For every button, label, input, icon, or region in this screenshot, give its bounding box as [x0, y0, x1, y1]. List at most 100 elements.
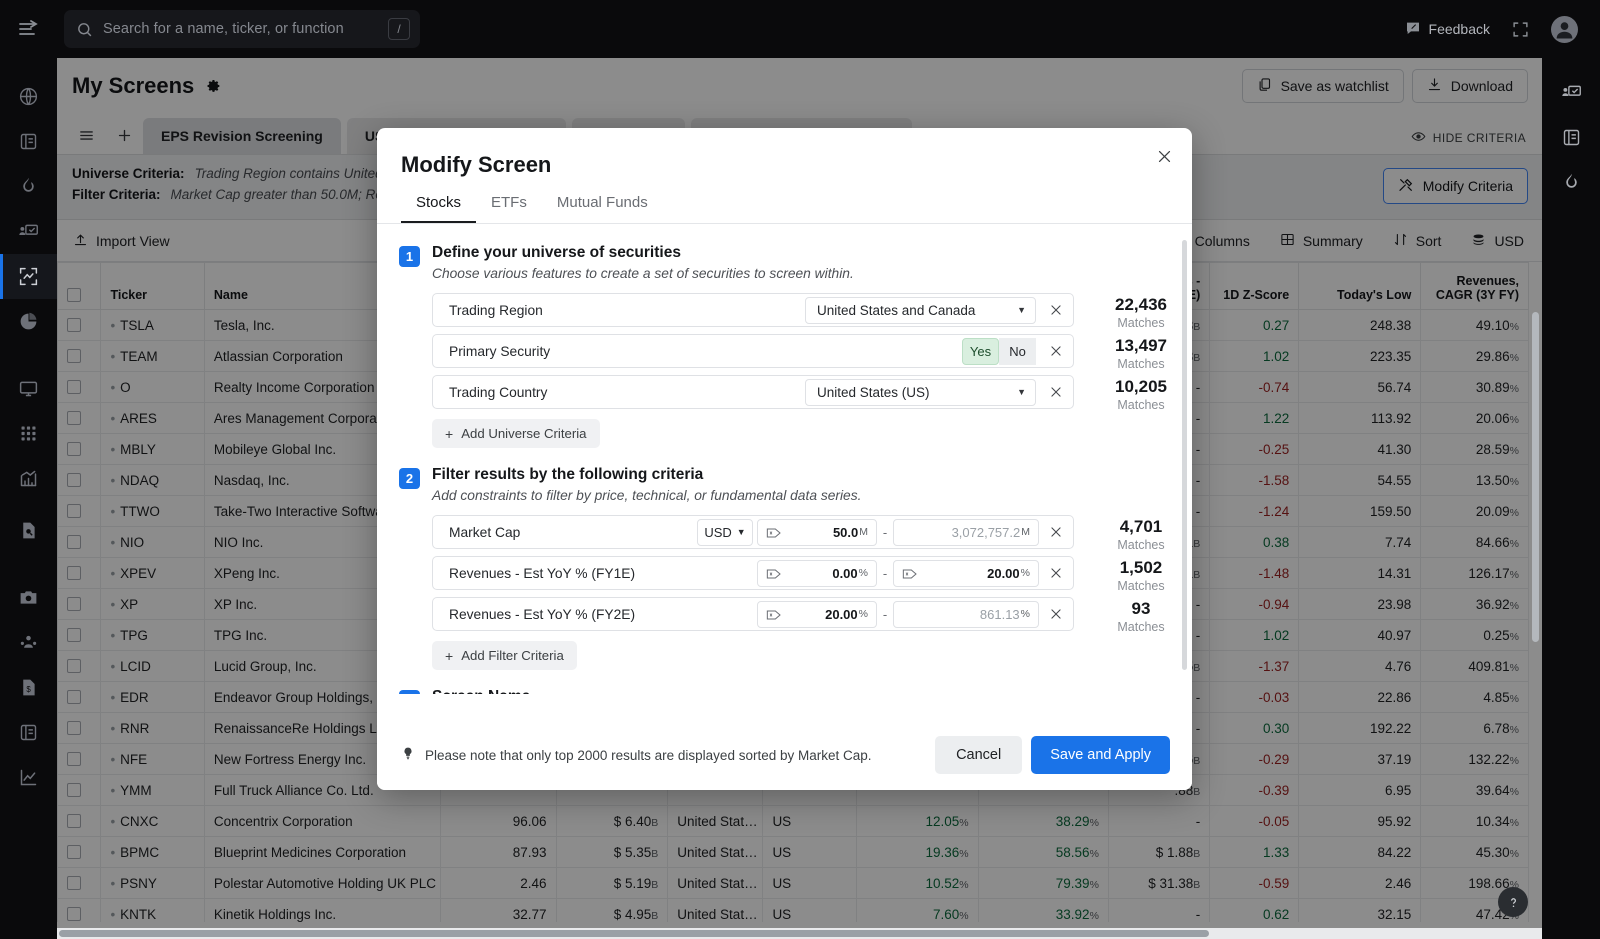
row-select-cell[interactable] — [57, 898, 102, 922]
sidebar-item-flame[interactable] — [0, 164, 57, 209]
primary-security-no[interactable]: No — [999, 337, 1036, 365]
row-select-cell[interactable] — [57, 526, 102, 558]
table-vertical-scrollbar[interactable] — [1532, 312, 1539, 642]
sidebar-item-camera[interactable] — [0, 575, 57, 620]
sidebar-item-chart-bars[interactable] — [0, 456, 57, 501]
row-checkbox[interactable] — [67, 597, 81, 611]
primary-security-yes[interactable]: Yes — [962, 337, 999, 365]
column-1d-zscore[interactable]: 1D Z-Score — [1209, 262, 1300, 310]
row-checkbox[interactable] — [67, 318, 81, 332]
close-icon[interactable] — [1150, 142, 1178, 170]
row-checkbox[interactable] — [67, 628, 81, 642]
sidebar-item-monitor[interactable] — [0, 366, 57, 411]
row-checkbox[interactable] — [67, 535, 81, 549]
hide-criteria-button[interactable]: HIDE CRITERIA — [1411, 129, 1526, 147]
row-checkbox[interactable] — [67, 721, 81, 735]
primary-security-toggle[interactable]: Yes No — [962, 337, 1036, 365]
revenues-fy2e-max-input[interactable]: 861.13 % — [893, 600, 1039, 628]
row-checkbox[interactable] — [67, 690, 81, 704]
row-select-cell[interactable] — [57, 650, 102, 682]
trading-region-dropdown[interactable]: United States and Canada ▼ — [805, 296, 1036, 324]
market-cap-max-input[interactable]: 3,072,757.2 M — [893, 518, 1039, 546]
sort-button[interactable]: Sort — [1393, 232, 1441, 250]
select-all-checkbox[interactable] — [67, 288, 81, 302]
search-input[interactable]: Search for a name, ticker, or function / — [64, 10, 420, 48]
sidebar-item-globe[interactable] — [0, 74, 57, 119]
sidebar-item-screener[interactable] — [0, 254, 57, 299]
right-sidebar-item-presentation[interactable] — [1542, 70, 1600, 115]
sidebar-item-news-book[interactable] — [0, 119, 57, 164]
row-checkbox[interactable] — [67, 473, 81, 487]
tab-eps-revision-screening[interactable]: EPS Revision Screening — [143, 118, 341, 154]
sidebar-item-presentation[interactable] — [0, 209, 57, 254]
save-and-apply-button[interactable]: Save and Apply — [1031, 736, 1170, 774]
row-checkbox[interactable] — [67, 442, 81, 456]
row-select-cell[interactable] — [57, 371, 102, 403]
help-fab-button[interactable] — [1498, 887, 1528, 917]
modify-criteria-button[interactable]: Modify Criteria — [1382, 168, 1528, 204]
row-select-cell[interactable] — [57, 867, 102, 899]
row-checkbox[interactable] — [67, 845, 81, 859]
row-checkbox[interactable] — [67, 814, 81, 828]
table-row[interactable]: • KNTK Kinetik Holdings Inc. 32.77 $ 4.95B Un… — [57, 898, 1529, 922]
tab-mutual-funds[interactable]: Mutual Funds — [542, 194, 663, 223]
column-todays-low[interactable]: Today's Low — [1298, 262, 1422, 310]
download-button[interactable]: Download — [1411, 69, 1528, 103]
right-sidebar-item-news[interactable] — [1542, 115, 1600, 160]
market-cap-min-input[interactable]: 50.0 M — [757, 518, 877, 546]
feedback-button[interactable]: Feedback — [1405, 20, 1490, 39]
row-select-cell[interactable] — [57, 712, 102, 744]
fullscreen-icon[interactable] — [1512, 21, 1529, 38]
tab-etfs[interactable]: ETFs — [476, 194, 542, 223]
save-as-watchlist-button[interactable]: Save as watchlist — [1241, 69, 1404, 103]
trading-country-dropdown[interactable]: United States (US) ▼ — [805, 378, 1036, 406]
list-menu-icon[interactable] — [67, 116, 105, 154]
row-checkbox[interactable] — [67, 783, 81, 797]
row-select-cell[interactable] — [57, 557, 102, 589]
table-horizontal-scrollbar[interactable] — [57, 928, 1542, 939]
remove-market-cap-button[interactable] — [1039, 525, 1073, 539]
gear-icon[interactable] — [206, 78, 222, 94]
sidebar-item-document-search[interactable] — [0, 508, 57, 553]
currency-button[interactable]: USD — [1471, 232, 1524, 250]
row-select-cell[interactable] — [57, 805, 102, 837]
cancel-button[interactable]: Cancel — [935, 736, 1023, 774]
table-row[interactable]: • BPMC Blueprint Medicines Corporation 87.9… — [57, 836, 1529, 868]
revenues-fy1e-max-input[interactable]: 20.00 % — [893, 559, 1039, 587]
row-select-cell[interactable] — [57, 743, 102, 775]
sidebar-item-pie-chart[interactable] — [0, 299, 57, 344]
sidebar-item-people[interactable] — [0, 620, 57, 665]
remove-trading-country-button[interactable] — [1039, 385, 1073, 399]
sidebar-item-line-chart[interactable] — [0, 755, 57, 800]
remove-trading-region-button[interactable] — [1039, 303, 1073, 317]
sidebar-item-document-dollar[interactable]: $ — [0, 665, 57, 710]
row-select-cell[interactable] — [57, 836, 102, 868]
remove-primary-security-button[interactable] — [1039, 344, 1073, 358]
column-ticker[interactable]: Ticker — [100, 262, 205, 310]
row-select-cell[interactable] — [57, 433, 102, 465]
row-select-cell[interactable] — [57, 495, 102, 527]
add-universe-criteria-button[interactable]: + Add Universe Criteria — [432, 419, 600, 448]
table-row[interactable]: • PSNY Polestar Automotive Holding UK PLC 2… — [57, 867, 1529, 899]
plus-icon[interactable] — [105, 116, 143, 154]
row-checkbox[interactable] — [67, 380, 81, 394]
revenues-fy1e-min-input[interactable]: 0.00 % — [757, 559, 877, 587]
row-checkbox[interactable] — [67, 659, 81, 673]
market-cap-currency-dropdown[interactable]: USD ▼ — [697, 518, 753, 546]
sidebar-item-grid-apps[interactable] — [0, 411, 57, 456]
avatar[interactable] — [1551, 15, 1578, 43]
sidebar-item-news[interactable] — [0, 710, 57, 755]
tab-stocks[interactable]: Stocks — [401, 194, 477, 223]
revenues-fy2e-min-input[interactable]: 20.00 % — [757, 600, 877, 628]
remove-revenues-fy2e-button[interactable] — [1039, 607, 1073, 621]
row-checkbox[interactable] — [67, 752, 81, 766]
row-select-cell[interactable] — [57, 309, 102, 341]
column-revenues-cagr[interactable]: Revenues, CAGR (3Y FY) — [1420, 262, 1529, 310]
row-select-cell[interactable] — [57, 774, 102, 806]
row-select-cell[interactable] — [57, 681, 102, 713]
remove-revenues-fy1e-button[interactable] — [1039, 566, 1073, 580]
row-checkbox[interactable] — [67, 504, 81, 518]
row-checkbox[interactable] — [67, 876, 81, 890]
summary-button[interactable]: Summary — [1280, 232, 1363, 250]
import-view-button[interactable]: Import View — [73, 232, 170, 250]
